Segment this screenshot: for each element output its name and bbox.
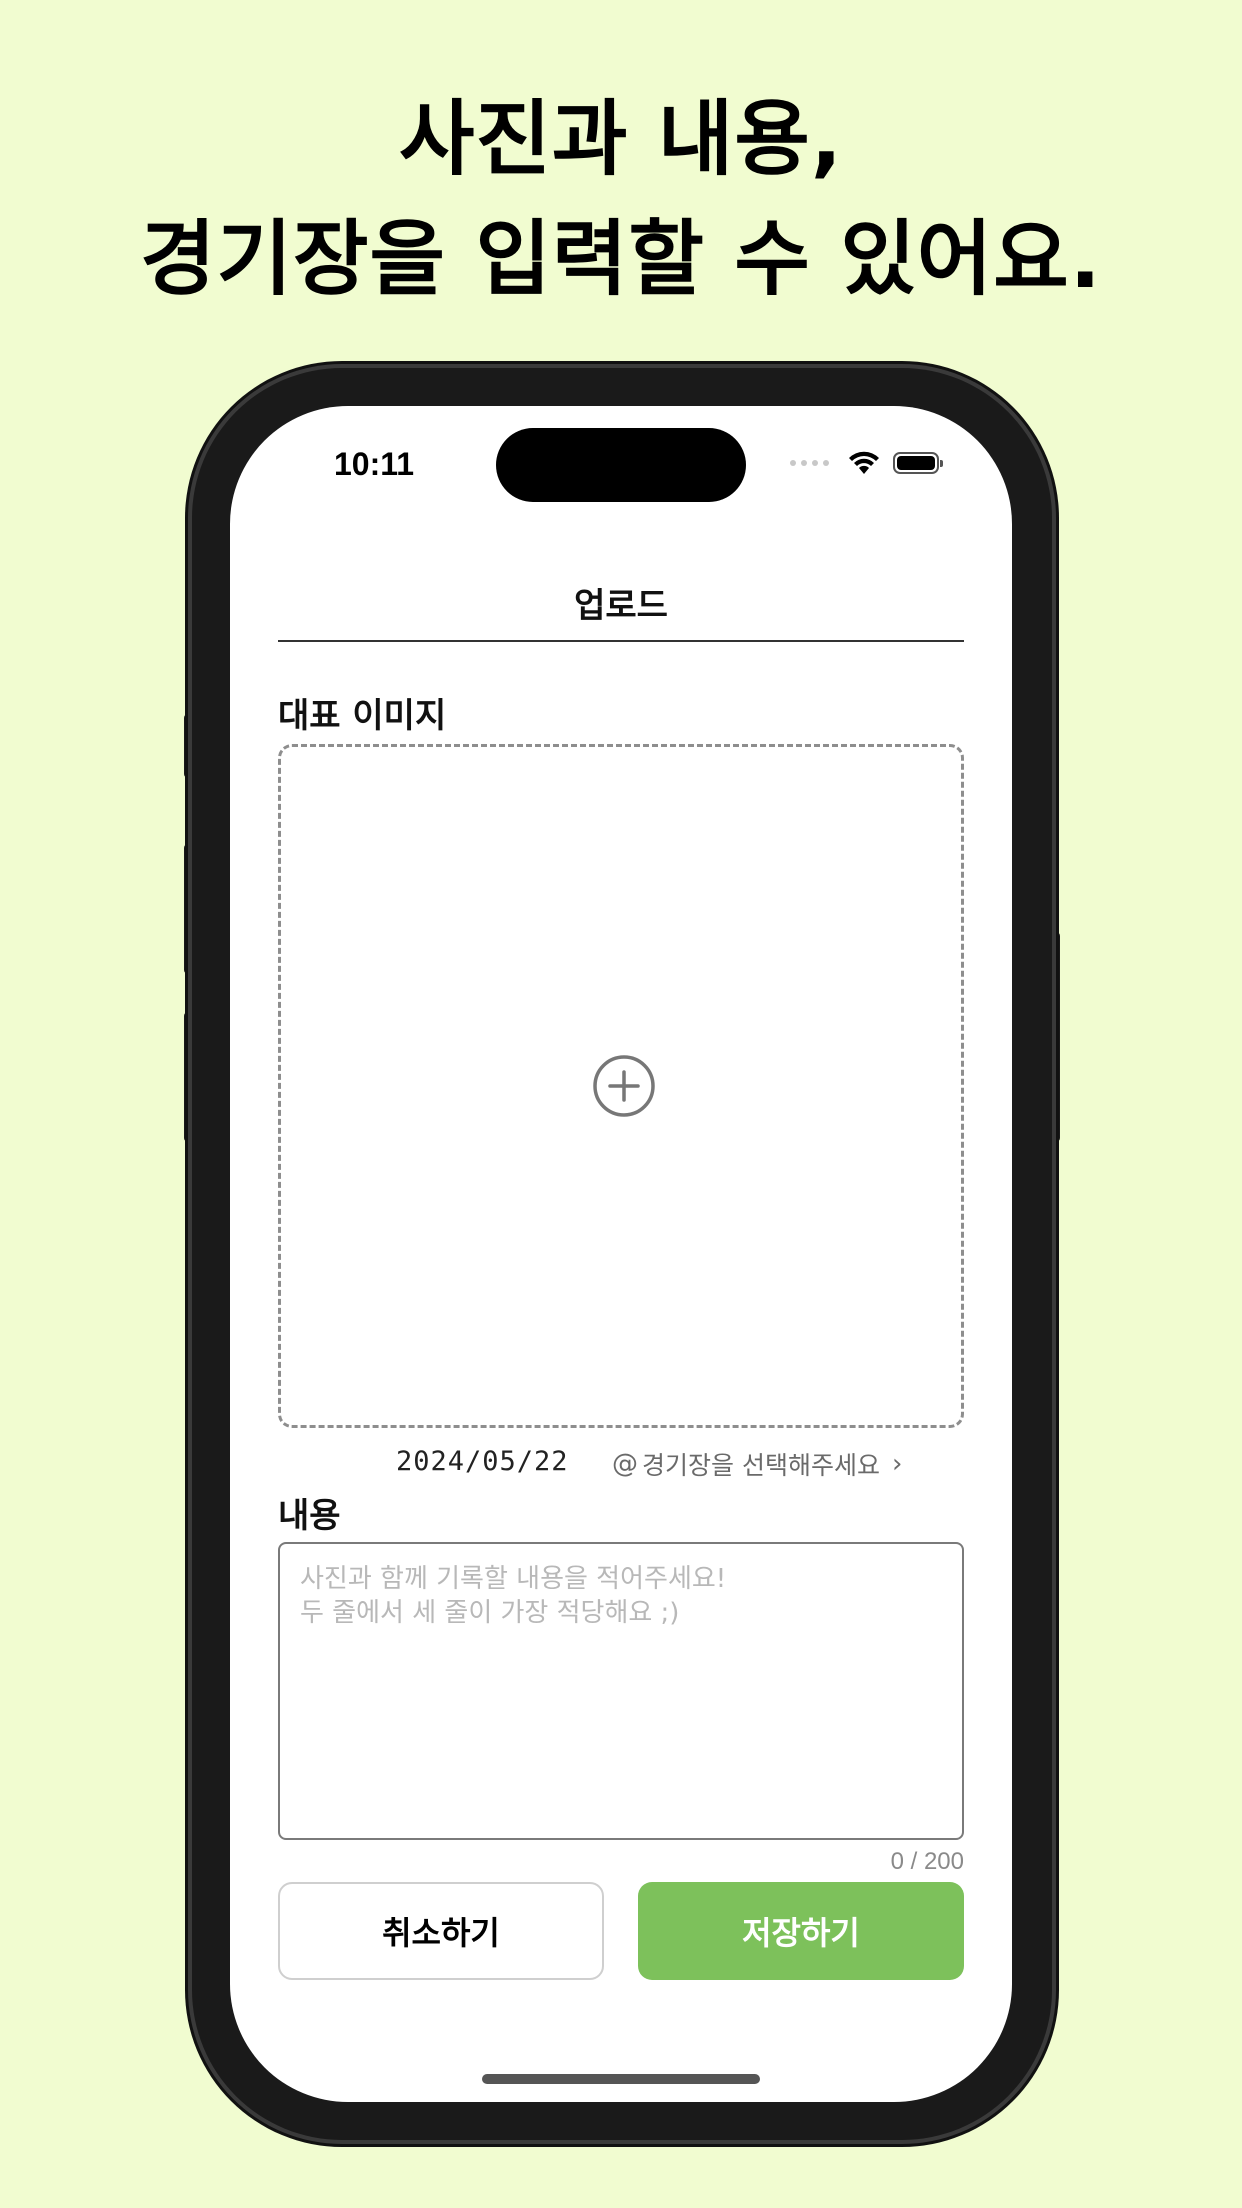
nav-divider	[278, 640, 964, 642]
dynamic-island	[496, 428, 746, 502]
placeholder-line-1: 사진과 함께 기록할 내용을 적어주세요!	[300, 1564, 727, 1594]
battery-icon	[893, 452, 943, 474]
character-counter: 0 / 200	[890, 1848, 964, 1875]
content-label: 내용	[278, 1496, 341, 1536]
headline-line-1: 사진과 내용,	[399, 92, 843, 187]
save-button[interactable]: 저장하기	[638, 1882, 964, 1980]
phone-screen: 10:11 업로드 대표 이미지 2024/05/22 @ 경기장을 선택해주세…	[230, 406, 1012, 2102]
date-label[interactable]: 2024/05/22	[396, 1446, 569, 1477]
cellular-dots-icon	[790, 460, 829, 466]
status-time: 10:11	[334, 446, 415, 482]
cancel-button[interactable]: 취소하기	[278, 1882, 604, 1980]
at-icon: @	[612, 1449, 638, 1479]
image-picker[interactable]	[278, 744, 964, 1428]
home-indicator[interactable]	[482, 2074, 760, 2084]
placeholder-line-2: 두 줄에서 세 줄이 가장 적당해요 ;)	[300, 1598, 680, 1628]
meta-row: 2024/05/22 @ 경기장을 선택해주세요 ›	[230, 1442, 1012, 1486]
wifi-icon	[849, 451, 879, 474]
stadium-placeholder: 경기장을 선택해주세요	[642, 1451, 880, 1480]
chevron-right-icon: ›	[891, 1449, 903, 1479]
headline-line-2: 경기장을 입력할 수 있어요.	[140, 212, 1102, 307]
page-title: 업로드	[574, 586, 668, 626]
stadium-picker[interactable]: @ 경기장을 선택해주세요 ›	[612, 1442, 902, 1486]
status-icons	[790, 450, 943, 476]
representative-image-label: 대표 이미지	[278, 696, 447, 736]
plus-circle-icon[interactable]	[591, 1053, 657, 1119]
content-textarea[interactable]: 사진과 함께 기록할 내용을 적어주세요! 두 줄에서 세 줄이 가장 적당해요…	[278, 1542, 964, 1840]
